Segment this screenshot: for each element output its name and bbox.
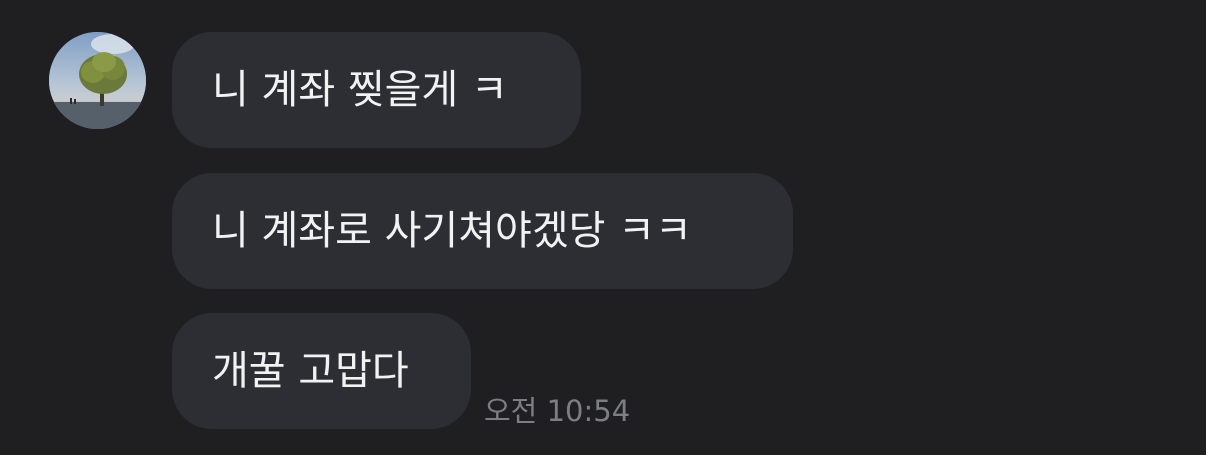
message-text: 니 계좌로 사기쳐야겠당 ㅋㅋ [212,208,692,254]
sender-avatar[interactable] [49,32,146,129]
message-bubble[interactable]: 니 계좌 찢을게 ㅋ [172,32,581,148]
tree-landscape-icon [49,32,146,129]
chat-screen: 니 계좌 찢을게 ㅋ 니 계좌로 사기쳐야겠당 ㅋㅋ 개꿀 고맙다 오전 10:… [0,0,1206,455]
message-text: 니 계좌 찢을게 ㅋ [212,67,508,113]
message-text: 개꿀 고맙다 [212,348,409,394]
message-timestamp: 오전 10:54 [484,394,631,428]
message-bubble[interactable]: 니 계좌로 사기쳐야겠당 ㅋㅋ [172,173,793,289]
message-bubble[interactable]: 개꿀 고맙다 [172,313,471,429]
